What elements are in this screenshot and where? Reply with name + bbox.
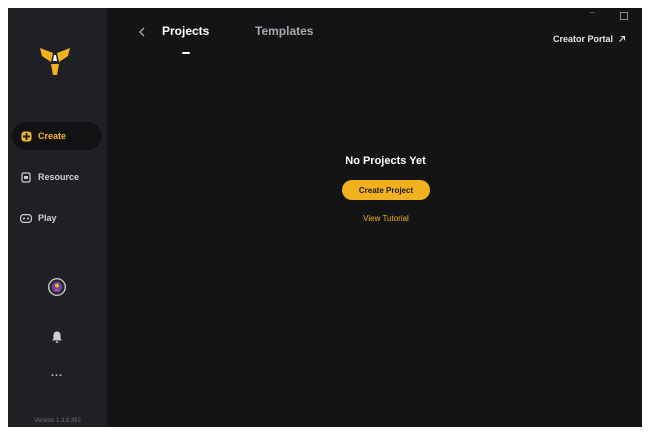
creator-portal-link[interactable]: Creator Portal xyxy=(553,34,626,44)
empty-state-title: No Projects Yet xyxy=(345,155,426,167)
view-tutorial-link[interactable]: View Tutorial xyxy=(328,214,444,223)
minimize-icon[interactable]: – xyxy=(590,8,598,18)
version-label: Version 1.3.8.392 xyxy=(34,418,81,424)
maximize-icon[interactable] xyxy=(620,12,628,20)
tab-projects[interactable]: Projects xyxy=(162,24,209,38)
sidebar-item-resource[interactable]: Resource xyxy=(12,163,102,191)
resource-icon xyxy=(20,171,32,183)
avatar[interactable] xyxy=(48,278,66,296)
more-options-icon[interactable]: ... xyxy=(46,368,68,382)
sidebar: Create Resource Play ... Version 1.3.8.3… xyxy=(8,8,107,427)
sidebar-item-label: Resource xyxy=(38,172,80,182)
active-tab-indicator xyxy=(182,52,190,54)
external-link-icon xyxy=(619,35,626,42)
sidebar-item-play[interactable]: Play xyxy=(12,204,102,232)
back-chevron-icon[interactable] xyxy=(136,25,148,39)
play-icon xyxy=(20,212,32,224)
tab-templates[interactable]: Templates xyxy=(255,24,313,38)
bell-icon[interactable] xyxy=(50,330,64,344)
sidebar-item-label: Play xyxy=(38,213,57,223)
sidebar-item-create[interactable]: Create xyxy=(12,122,102,150)
create-project-button[interactable]: Create Project xyxy=(342,180,430,200)
app-logo-icon xyxy=(40,48,70,75)
create-icon xyxy=(20,130,32,142)
sidebar-item-label: Create xyxy=(38,131,67,141)
creator-portal-label: Creator Portal xyxy=(552,34,613,44)
app-window: – Create Resource Play ... Version 1.3.8… xyxy=(8,8,642,427)
